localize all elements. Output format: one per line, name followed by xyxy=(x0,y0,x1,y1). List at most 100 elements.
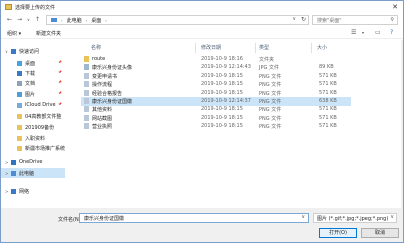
nav-item[interactable]: 文档 📌 xyxy=(1,78,65,88)
chevron-icon[interactable]: ∨ xyxy=(5,49,9,54)
nav-item[interactable]: > 网络 xyxy=(1,186,65,196)
file-size: 571 KB xyxy=(319,106,337,113)
window-title: 选择要上传的文件 xyxy=(15,4,56,11)
new-folder-button[interactable]: 新建文件夹 xyxy=(36,30,61,37)
nav-item[interactable]: iCloud Drive 📌 xyxy=(1,100,65,110)
folder-icon xyxy=(5,4,12,10)
recent-locations-icon[interactable]: ∨ xyxy=(27,17,30,22)
star-icon xyxy=(11,48,16,54)
nav-item-label: 快速访问 xyxy=(19,48,40,55)
nav-item-label: OneDrive xyxy=(19,159,43,165)
help-icon[interactable]: ? xyxy=(390,29,393,36)
breadcrumb-this-pc[interactable]: 此电脑 xyxy=(67,17,82,24)
file-size: 571 KB xyxy=(319,114,337,121)
organize-button[interactable]: 组织 ▾ xyxy=(7,30,21,37)
file-size: 571 KB xyxy=(319,123,337,130)
file-name: 康乐兴身份证头像 xyxy=(92,65,133,72)
search-input[interactable]: 搜索"桌面" ⚲ xyxy=(312,15,398,25)
nav-item[interactable]: 图片 📌 xyxy=(1,89,65,99)
file-type: 文件夹 xyxy=(259,57,275,63)
file-type: PNG 文件 xyxy=(259,107,282,114)
address-bar[interactable]: › 此电脑 › 桌面 › ∨ ↻ xyxy=(46,15,309,25)
column-size[interactable]: 大小 xyxy=(317,44,327,51)
desktop-icon xyxy=(17,60,22,66)
chevron-right-icon: › xyxy=(85,17,88,23)
file-row[interactable]: 营业执照 2019-10-9 18:15 PNG 文件 571 KB xyxy=(81,122,351,131)
file-name: 操作流程 xyxy=(92,82,113,89)
column-type[interactable]: 类型 xyxy=(259,44,269,51)
nav-item[interactable]: 下载 📌 xyxy=(1,68,65,78)
folder-icon xyxy=(17,145,22,151)
chevron-icon[interactable]: > xyxy=(5,189,9,194)
onedrive-icon xyxy=(11,159,16,165)
refresh-icon[interactable]: ↻ xyxy=(301,16,306,23)
png-file-icon xyxy=(84,106,89,113)
computer-icon xyxy=(51,18,57,22)
close-icon[interactable]: ✕ xyxy=(392,3,398,11)
file-date: 2019-10-9 12:14:43 xyxy=(201,64,251,71)
vertical-scrollbar[interactable] xyxy=(401,40,403,210)
nav-item[interactable]: > OneDrive xyxy=(1,157,65,167)
file-name: 网站截图 xyxy=(92,115,113,122)
png-file-icon xyxy=(84,123,89,130)
pin-icon: 📌 xyxy=(58,102,62,106)
file-name: 其他资料 xyxy=(92,107,113,114)
nav-item[interactable]: 04高教部文件整 xyxy=(1,111,65,121)
computer-icon xyxy=(11,170,16,176)
file-date: 2019-10-9 18:15 xyxy=(201,123,243,130)
file-size: 89 KB xyxy=(319,64,334,71)
png-file-icon xyxy=(84,72,89,79)
chevron-icon[interactable]: > xyxy=(5,160,9,165)
png-file-icon xyxy=(84,81,89,88)
cloud-icon xyxy=(17,102,22,108)
navigation-pane: ∨ 快速访问 桌面 📌 下载 📌 文档 📌 图片 📌 iCloud Drive 📌 04高教部文件整 20… xyxy=(1,46,65,208)
nav-item[interactable]: ∨ 快速访问 xyxy=(1,46,65,56)
chevron-down-icon[interactable]: ∨ xyxy=(292,16,296,22)
open-button[interactable]: 打开(O) xyxy=(319,228,357,238)
column-date[interactable]: 修改日期 xyxy=(201,44,221,51)
forward-arrow-icon[interactable]: → xyxy=(17,16,22,23)
chevron-down-icon[interactable]: ▾ xyxy=(362,30,364,35)
file-type: PNG 文件 xyxy=(259,82,282,89)
chevron-right-icon: › xyxy=(61,17,63,23)
nav-item-label: iCloud Drive xyxy=(25,102,56,108)
filename-input[interactable]: 康乐兴身份证国徽 ∨ xyxy=(79,213,309,223)
file-type: PNG 文件 xyxy=(259,99,282,105)
file-name: 经验合格报告 xyxy=(92,90,123,97)
file-type: PNG 文件 xyxy=(259,73,282,80)
folder-icon xyxy=(17,113,22,119)
chevron-right-icon: › xyxy=(105,17,107,23)
file-name: 康乐兴身份证国徽 xyxy=(92,99,133,105)
column-name[interactable]: 名称 xyxy=(91,44,101,51)
file-size: 571 KB xyxy=(319,72,337,79)
nav-item[interactable]: 新疆市场推广系统 xyxy=(1,143,65,153)
nav-item[interactable]: 入职资料 xyxy=(1,133,65,143)
png-file-icon xyxy=(84,89,89,96)
file-date: 2019-10-9 18:15 xyxy=(201,72,243,79)
view-options-icon[interactable]: ☰ xyxy=(351,29,356,36)
file-name: 变更申请书 xyxy=(92,73,118,80)
search-icon: ⚲ xyxy=(390,17,394,23)
nav-item-label: 此电脑 xyxy=(19,170,35,177)
file-name: route xyxy=(92,56,106,62)
filename-value: 康乐兴身份证国徽 xyxy=(84,216,125,222)
nav-item-label: 桌面 xyxy=(25,60,36,67)
file-type-select[interactable]: 图片 (*.gif;*.jpg;*.jpeg;*.png) ∨ xyxy=(313,213,397,223)
preview-pane-icon[interactable]: ▭ xyxy=(375,29,381,36)
file-size: 571 KB xyxy=(319,89,337,96)
chevron-down-icon[interactable]: ∨ xyxy=(301,214,305,220)
file-date: 2019-10-9 18:15 xyxy=(201,81,243,88)
nav-item[interactable]: > 此电脑 xyxy=(1,168,65,178)
pin-icon: 📌 xyxy=(58,60,62,64)
nav-item[interactable]: 201909备份 xyxy=(1,122,65,132)
back-arrow-icon[interactable]: ← xyxy=(7,16,12,23)
search-placeholder: 搜索"桌面" xyxy=(317,17,342,24)
file-date: 2019-10-9 18:16 xyxy=(201,56,243,62)
pin-icon: 📌 xyxy=(58,80,62,84)
nav-item[interactable]: 桌面 📌 xyxy=(1,58,65,68)
file-type: JPG 文件 xyxy=(259,65,279,72)
up-arrow-icon[interactable]: ↑ xyxy=(35,16,40,23)
chevron-icon[interactable]: > xyxy=(5,171,9,176)
breadcrumb-desktop[interactable]: 桌面 xyxy=(91,17,101,24)
cancel-button[interactable]: 取消 xyxy=(361,228,399,238)
